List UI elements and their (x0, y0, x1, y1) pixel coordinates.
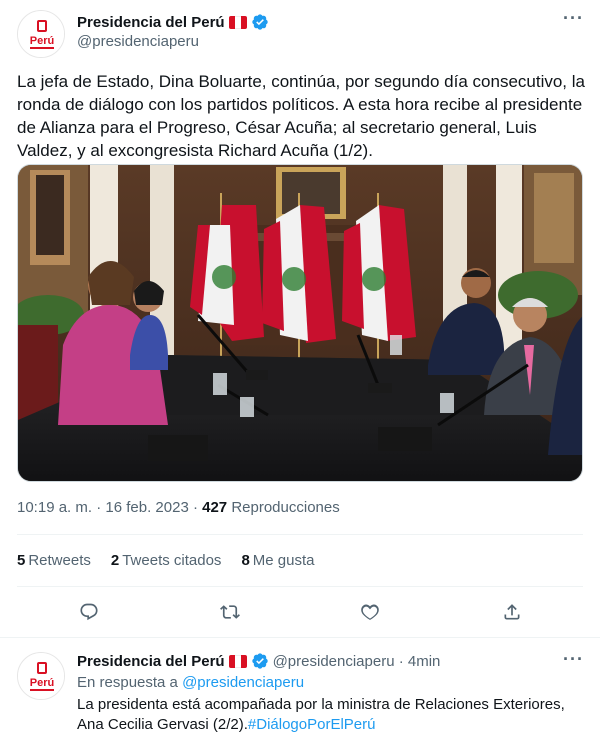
peru-flag-icon (228, 15, 247, 29)
retweets-count: 5 (17, 552, 26, 569)
views-label: Reproducciones (227, 499, 340, 516)
likes-stat[interactable]: 8 Me gusta (241, 552, 314, 569)
reply-handle-time[interactable]: @presidenciaperu · 4min (273, 653, 441, 670)
author-handle[interactable]: @presidenciaperu (77, 33, 199, 50)
views-count: 427 (202, 499, 228, 516)
share-icon[interactable] (498, 598, 526, 626)
in-reply-prefix: En respuesta a (77, 674, 183, 691)
retweets-label: Retweets (28, 552, 91, 569)
reply-author-row: Presidencia del Perú @presidenciaperu · … (77, 652, 440, 670)
divider (17, 534, 583, 535)
quotes-stat[interactable]: 2 Tweets citados (111, 552, 222, 569)
tweet-stats: 5 Retweets 2 Tweets citados 8 Me gusta (17, 552, 314, 569)
action-bar (0, 598, 600, 628)
quotes-count: 2 (110, 552, 120, 569)
tweet-timestamp[interactable]: 10:19 a. m. · 16 feb. 2023 · (17, 499, 202, 516)
more-icon[interactable]: ··· (563, 8, 584, 29)
peru-flag-icon (228, 654, 247, 668)
verified-badge-icon (251, 14, 268, 30)
in-reply-handle-link[interactable]: @presidenciaperu (182, 674, 304, 691)
avatar[interactable]: Perú (17, 10, 65, 58)
likes-label: Me gusta (252, 552, 315, 569)
reply-icon[interactable] (75, 598, 103, 626)
hashtag-link[interactable]: #DiálogoPorElPerú (248, 716, 376, 733)
divider (17, 586, 583, 587)
tweet-text: La jefa de Estado, Dina Boluarte, contin… (17, 72, 585, 160)
likes-count: 8 (241, 552, 250, 569)
meeting-photo-image (18, 165, 582, 481)
retweet-icon[interactable] (216, 598, 244, 626)
like-icon[interactable] (356, 598, 384, 626)
verified-badge-icon (251, 653, 268, 669)
main-tweet: Perú Presidencia del Perú @presidenciape… (0, 0, 600, 638)
tweet-photo[interactable] (17, 164, 583, 482)
reply-author-name[interactable]: Presidencia del Perú (77, 653, 225, 670)
retweets-stat[interactable]: 5 Retweets (17, 552, 91, 569)
reply-avatar[interactable]: Perú (17, 652, 65, 700)
in-reply-to: En respuesta a @presidenciaperu (77, 674, 304, 691)
quotes-label: Tweets citados (122, 552, 222, 569)
author-name[interactable]: Presidencia del Perú (77, 14, 225, 31)
avatar-logo-text: Perú (30, 35, 54, 47)
more-icon[interactable]: ··· (563, 649, 584, 670)
author-row: Presidencia del Perú (77, 13, 269, 31)
reply-avatar-logo-text: Perú (30, 677, 54, 689)
tweet-meta: 10:19 a. m. · 16 feb. 2023 · 427 Reprodu… (17, 499, 340, 516)
reply-text: La presidenta está acompañada por la min… (77, 695, 587, 735)
